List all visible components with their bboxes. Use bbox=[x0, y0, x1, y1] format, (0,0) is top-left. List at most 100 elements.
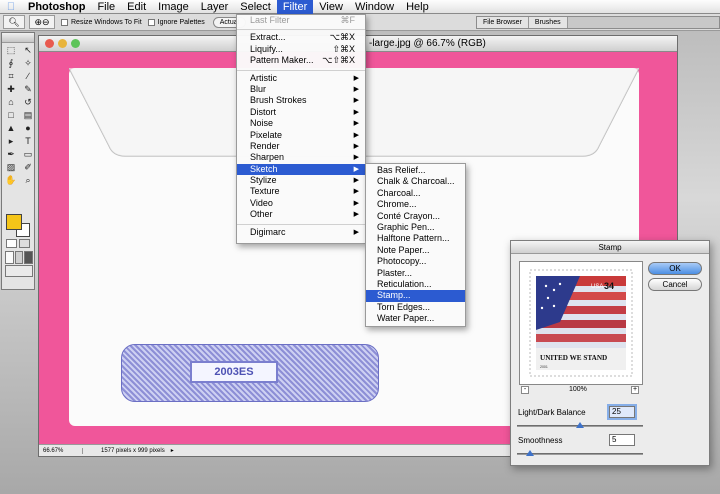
sketch-menu-item[interactable]: Photocopy... bbox=[366, 256, 465, 267]
zoom-level[interactable]: 66.67% bbox=[39, 447, 83, 454]
filter-menu-item[interactable]: Pattern Maker... ⌥⇧⌘X bbox=[237, 55, 365, 66]
filter-menu-item[interactable]: Stylize ▶ bbox=[237, 175, 365, 186]
crop-icon[interactable]: ⌗ bbox=[3, 70, 19, 82]
filter-menu-item-label: Pattern Maker... bbox=[250, 55, 314, 66]
submenu-arrow-icon: ▶ bbox=[353, 199, 359, 207]
sketch-menu-item[interactable]: Conté Crayon... bbox=[366, 211, 465, 222]
blur-icon[interactable]: ▲ bbox=[3, 122, 19, 134]
zoom-icon[interactable]: ⌕ bbox=[20, 174, 36, 186]
zoom-in-button[interactable]: + bbox=[631, 386, 639, 394]
notes-icon[interactable]: ▨ bbox=[3, 161, 19, 173]
sketch-menu-item[interactable]: Reticulation... bbox=[366, 279, 465, 290]
sketch-menu-item[interactable]: Chrome... bbox=[366, 199, 465, 210]
filter-preview[interactable]: USA 34 UNITED WE STAND 2001 bbox=[519, 261, 643, 385]
filter-menu-item[interactable]: Liquify... ⇧⌘X bbox=[237, 44, 365, 55]
light-dark-input[interactable]: 25 bbox=[609, 406, 635, 418]
sketch-menu-item[interactable]: Graphic Pen... bbox=[366, 222, 465, 233]
menu-help[interactable]: Help bbox=[400, 0, 435, 14]
menu-layer[interactable]: Layer bbox=[195, 0, 235, 14]
ok-button[interactable]: OK bbox=[648, 262, 702, 275]
smoothness-slider[interactable] bbox=[517, 450, 643, 456]
filter-menu-item[interactable]: Distort ▶ bbox=[237, 107, 365, 118]
sketch-menu-item[interactable]: Bas Relief... bbox=[366, 165, 465, 176]
sketch-menu-item[interactable]: Plaster... bbox=[366, 268, 465, 279]
eyedropper-icon[interactable]: ✐ bbox=[20, 161, 36, 173]
tab-brushes[interactable]: Brushes bbox=[528, 17, 568, 28]
filter-menu-item[interactable]: Sharpen ▶ bbox=[237, 152, 365, 163]
gradient-icon[interactable]: ▤ bbox=[20, 109, 36, 121]
sketch-menu-item[interactable]: Charcoal... bbox=[366, 188, 465, 199]
sketch-menu-item[interactable]: Note Paper... bbox=[366, 245, 465, 256]
menu-image[interactable]: Image bbox=[152, 0, 195, 14]
sketch-menu-item[interactable]: Halftone Pattern... bbox=[366, 233, 465, 244]
filter-menu-item[interactable]: Texture ▶ bbox=[237, 186, 365, 197]
status-arrow-icon[interactable]: ▸ bbox=[171, 447, 174, 454]
marquee-icon[interactable]: ⬚ bbox=[3, 44, 19, 56]
sketch-menu-item[interactable]: Water Paper... bbox=[366, 313, 465, 324]
slice-icon[interactable]: ∕ bbox=[20, 70, 36, 82]
shape-icon[interactable]: ▭ bbox=[20, 148, 36, 160]
menu-edit[interactable]: Edit bbox=[121, 0, 152, 14]
ignore-palettes-checkbox[interactable] bbox=[147, 18, 155, 26]
menu-window[interactable]: Window bbox=[349, 0, 400, 14]
filter-menu-item[interactable]: Video ▶ bbox=[237, 198, 365, 209]
filter-menu-item[interactable]: Other ▶ bbox=[237, 209, 365, 220]
light-dark-slider[interactable] bbox=[517, 422, 643, 428]
menu-filter[interactable]: Filter bbox=[276, 0, 314, 14]
screen-mode-full-icon[interactable] bbox=[24, 251, 33, 264]
menu-app[interactable]: Photoshop bbox=[22, 0, 91, 14]
smoothness-slider-knob[interactable] bbox=[525, 450, 534, 456]
menu-view[interactable]: View bbox=[313, 0, 349, 14]
quick-mask-icon[interactable] bbox=[19, 239, 30, 248]
light-dark-slider-knob[interactable] bbox=[576, 422, 584, 428]
filter-menu-item[interactable]: Artistic ▶ bbox=[237, 73, 365, 84]
filter-menu-item[interactable]: Pixelate ▶ bbox=[237, 130, 365, 141]
filter-menu-item[interactable]: Noise ▶ bbox=[237, 118, 365, 129]
move-icon[interactable]: ↖ bbox=[20, 44, 36, 56]
filter-menu-item[interactable]: Brush Strokes ▶ bbox=[237, 95, 365, 106]
clone-stamp-icon[interactable]: ⌂ bbox=[3, 96, 19, 108]
zoom-tool-preset[interactable]: 🔍︎ bbox=[3, 15, 25, 29]
sketch-menu-item[interactable]: Torn Edges... bbox=[366, 302, 465, 313]
menu-select[interactable]: Select bbox=[234, 0, 277, 14]
filter-menu-item[interactable]: Blur ▶ bbox=[237, 84, 365, 95]
apple-icon[interactable]:  bbox=[0, 1, 22, 13]
history-brush-icon[interactable]: ↺ bbox=[20, 96, 36, 108]
resize-windows-checkbox[interactable] bbox=[61, 18, 68, 26]
toolbox-grip[interactable] bbox=[2, 33, 34, 43]
zoom-window-icon[interactable] bbox=[71, 39, 80, 48]
filter-menu-item-label: Distort bbox=[250, 106, 277, 117]
zoom-out-button[interactable]: - bbox=[521, 386, 529, 394]
type-icon[interactable]: T bbox=[20, 135, 36, 147]
cancel-button[interactable]: Cancel bbox=[648, 278, 702, 291]
magic-wand-icon[interactable]: ✧ bbox=[20, 57, 36, 69]
minimize-icon[interactable] bbox=[58, 39, 67, 48]
filter-menu-item[interactable]: Extract... ⌥⌘X bbox=[237, 32, 365, 43]
jump-to-imageready-icon[interactable] bbox=[5, 264, 33, 277]
smoothness-input[interactable]: 5 bbox=[609, 434, 635, 446]
filter-menu-item[interactable]: Digimarc ▶ bbox=[237, 227, 365, 238]
healing-brush-icon[interactable]: ✚ bbox=[3, 83, 19, 95]
lasso-icon[interactable]: ∮ bbox=[3, 57, 19, 69]
hand-icon[interactable]: ✋ bbox=[3, 174, 19, 186]
foreground-color-swatch[interactable] bbox=[6, 214, 22, 230]
standard-mode-icon[interactable] bbox=[6, 239, 17, 248]
filter-menu-item[interactable]: Render ▶ bbox=[237, 141, 365, 152]
screen-mode-full-menu-icon[interactable] bbox=[14, 251, 24, 264]
filter-menu-item-label: Other bbox=[250, 209, 273, 220]
screen-mode-standard-icon[interactable] bbox=[5, 251, 14, 264]
sketch-menu-item[interactable]: Stamp... bbox=[366, 290, 465, 302]
dialog-title[interactable]: Stamp bbox=[511, 241, 709, 254]
close-icon[interactable] bbox=[45, 39, 54, 48]
sketch-menu-item[interactable]: Chalk & Charcoal... bbox=[366, 176, 465, 187]
menu-file[interactable]: File bbox=[91, 0, 121, 14]
dodge-icon[interactable]: ● bbox=[20, 122, 36, 134]
envelope-window: 2003ES bbox=[121, 344, 379, 402]
tab-file-browser[interactable]: File Browser bbox=[477, 17, 529, 28]
pen-icon[interactable]: ✒ bbox=[3, 148, 19, 160]
path-select-icon[interactable]: ▸ bbox=[3, 135, 19, 147]
eraser-icon[interactable]: □ bbox=[3, 109, 19, 121]
filter-menu-item[interactable]: Sketch ▶ bbox=[237, 163, 365, 176]
zoom-mode-buttons[interactable]: ⊕ ⊖ bbox=[29, 15, 55, 29]
brush-icon[interactable]: ✎ bbox=[20, 83, 36, 95]
